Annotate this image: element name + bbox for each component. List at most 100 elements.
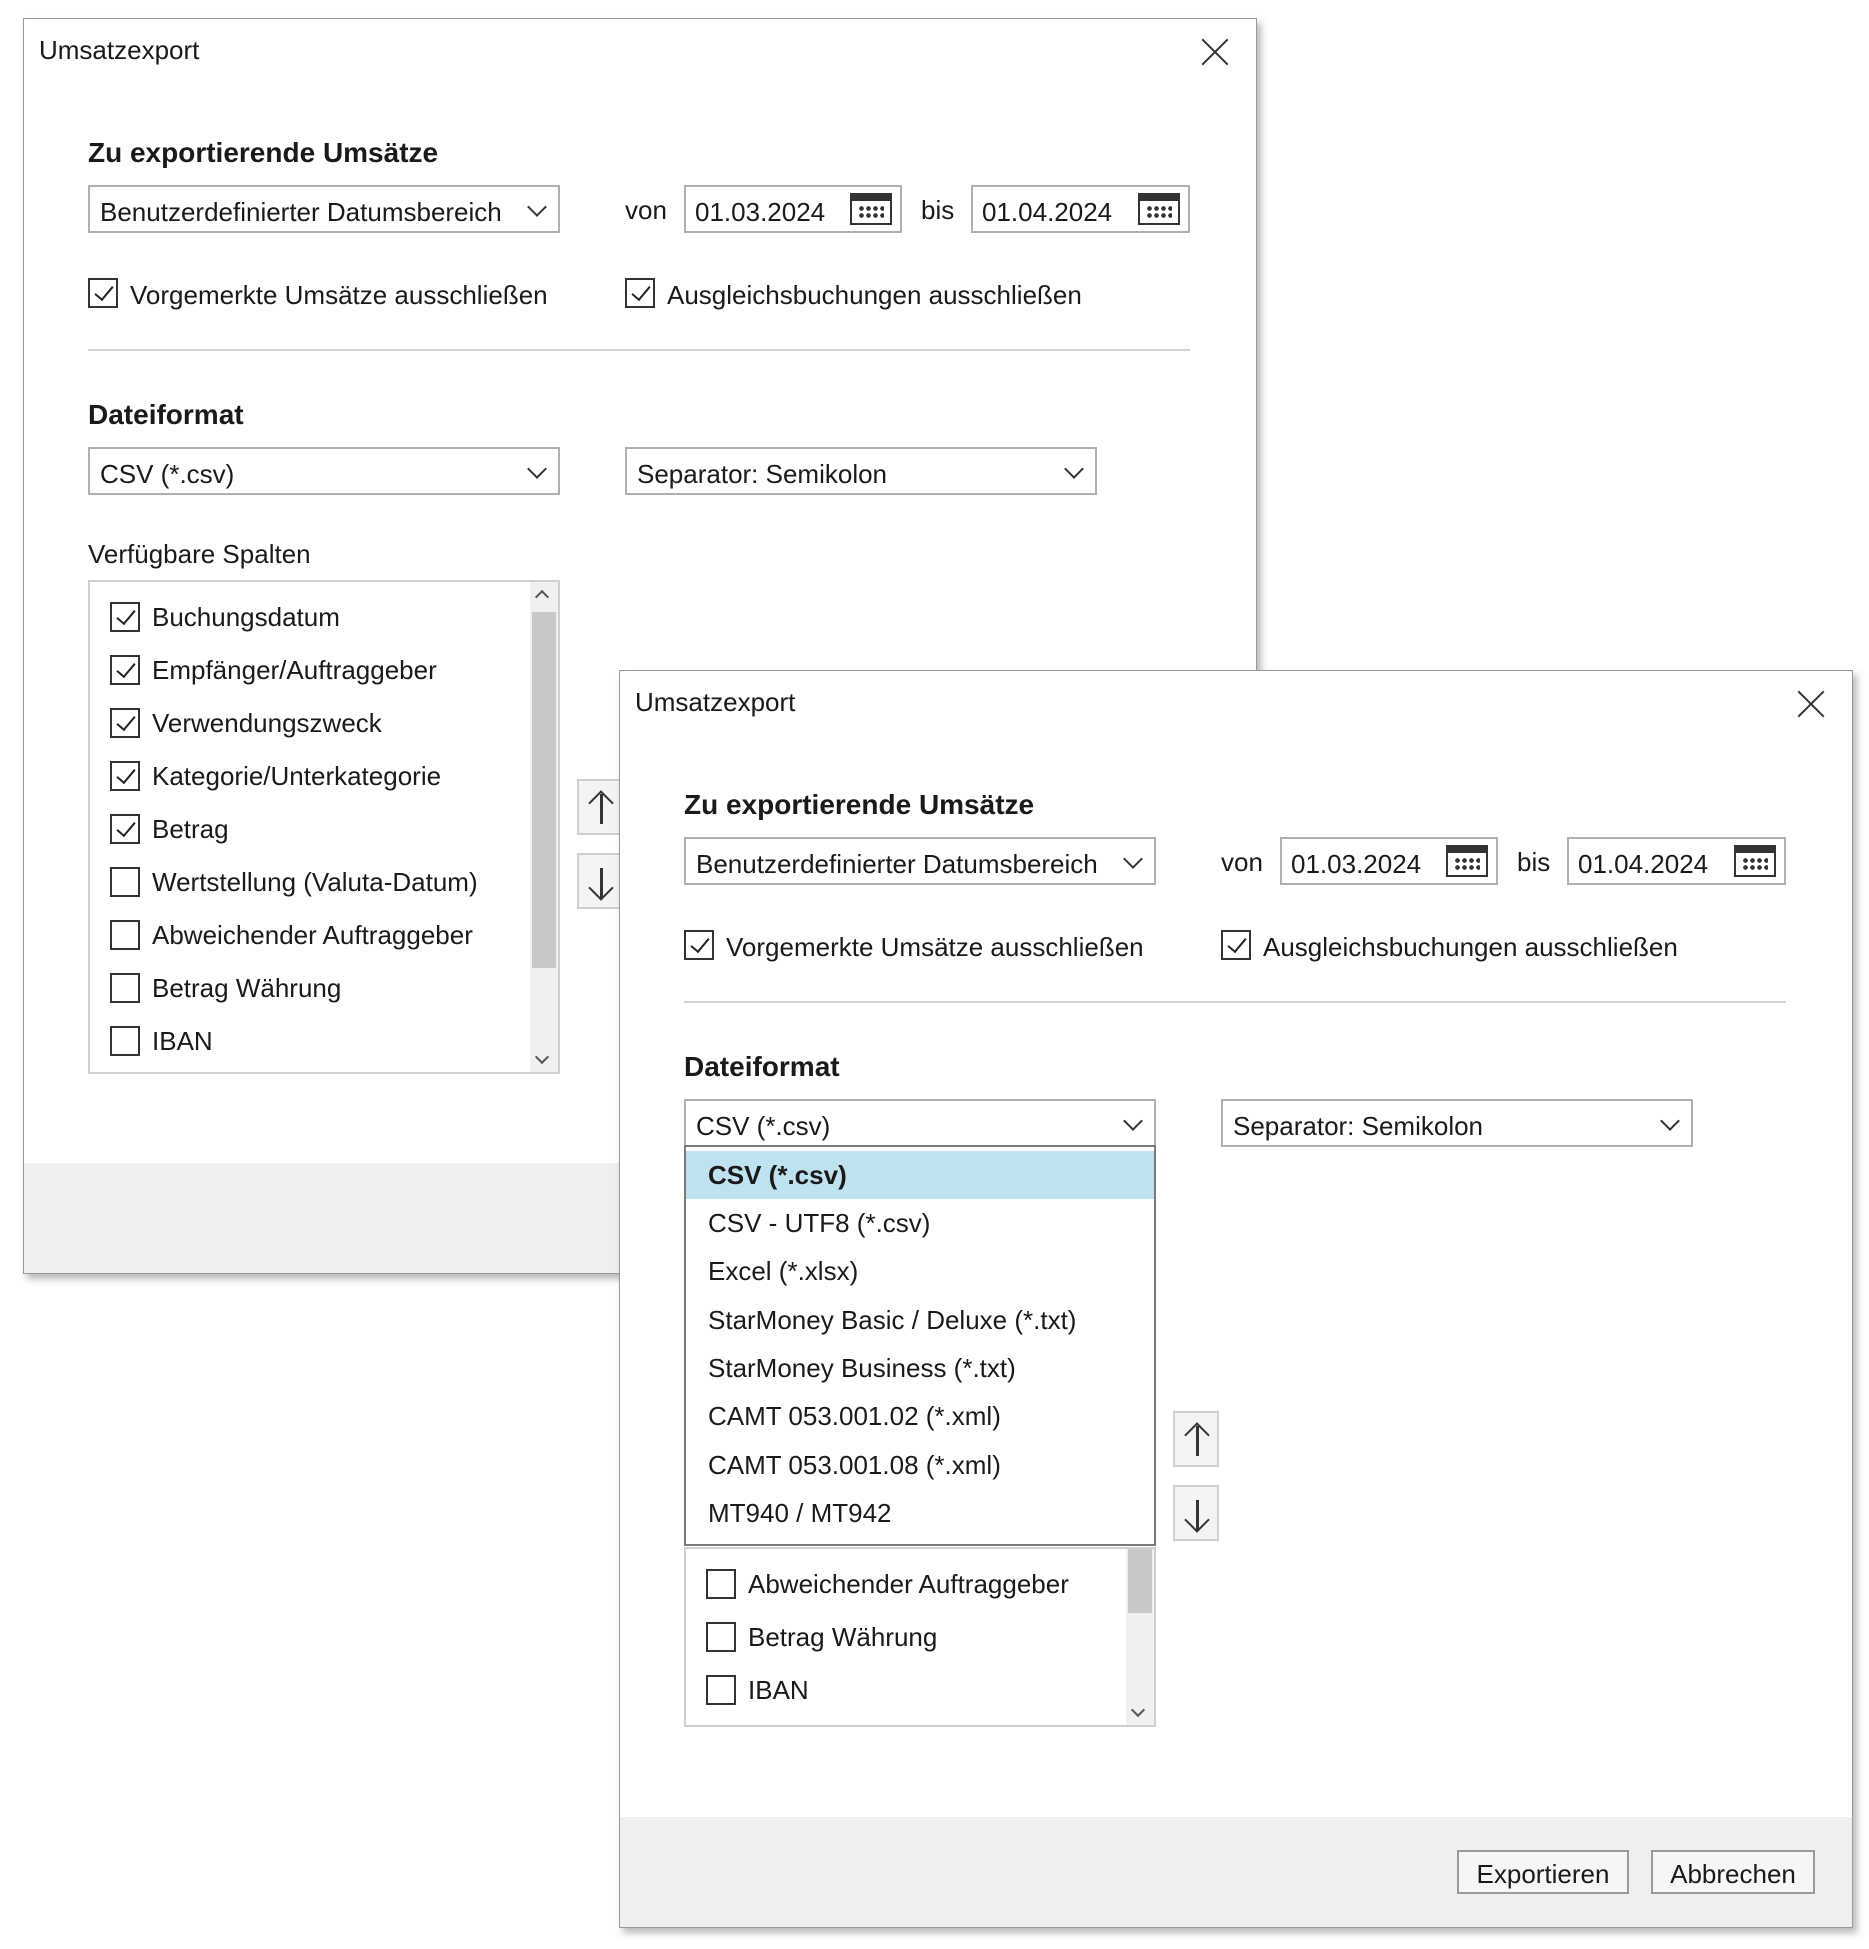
chevron-down-icon [1123, 849, 1143, 869]
column-checkbox[interactable] [110, 814, 140, 844]
column-label: Kategorie/Unterkategorie [152, 761, 442, 791]
section-title-export: Zu exportierende Umsätze [684, 789, 1035, 820]
cancel-button[interactable]: Abbrechen [1651, 1850, 1815, 1894]
close-icon[interactable] [1200, 37, 1230, 67]
column-checkbox[interactable] [706, 1622, 736, 1652]
format-option[interactable]: CAMT 053.001.08 (*.xml) [686, 1441, 1154, 1489]
from-date-value: 01.03.2024 [1291, 849, 1422, 879]
format-option[interactable]: CSV - UTF8 (*.csv) [686, 1199, 1154, 1247]
move-down-button[interactable] [577, 853, 623, 909]
bis-label: bis [921, 195, 955, 225]
dialog-title: Umsatzexport [39, 35, 200, 65]
separator-select[interactable]: Separator: Semikolon [1221, 1099, 1693, 1147]
column-label: Empfänger/Auftraggeber [152, 655, 437, 685]
file-format-select[interactable]: CSV (*.csv) [88, 447, 560, 495]
calendar-icon[interactable] [1734, 845, 1776, 877]
move-up-button[interactable] [577, 779, 623, 835]
front-export-dialog: Umsatzexport Zu exportierende Umsätze Be… [619, 670, 1853, 1928]
calendar-icon[interactable] [1446, 845, 1488, 877]
column-checkbox[interactable] [110, 867, 140, 897]
column-checkbox[interactable] [110, 761, 140, 791]
export-button[interactable]: Exportieren [1457, 1850, 1629, 1894]
exclude-pending-checkbox[interactable] [684, 930, 714, 960]
exclude-balancing-checkbox[interactable] [625, 278, 655, 308]
divider [88, 349, 1190, 351]
divider [684, 1001, 1786, 1003]
move-down-button[interactable] [1173, 1485, 1219, 1541]
chevron-down-icon [1123, 1111, 1143, 1131]
arrow-up-icon [1184, 1422, 1210, 1448]
scroll-up-icon[interactable] [534, 589, 550, 605]
column-checkbox[interactable] [706, 1675, 736, 1705]
column-checkbox[interactable] [110, 655, 140, 685]
format-option-selected[interactable]: CSV (*.csv) [686, 1151, 1154, 1199]
to-date-value: 01.04.2024 [982, 197, 1113, 227]
column-label: Wertstellung (Valuta-Datum) [152, 867, 478, 897]
format-option[interactable]: Excel (*.xlsx) [686, 1247, 1154, 1295]
exclude-balancing-label: Ausgleichsbuchungen ausschließen [1263, 932, 1678, 962]
calendar-icon[interactable] [1138, 193, 1180, 225]
to-date-input[interactable]: 01.04.2024 [971, 185, 1190, 233]
column-label: Betrag Währung [748, 1622, 938, 1652]
date-range-select[interactable]: Benutzerdefinierter Datumsbereich [88, 185, 560, 233]
scrollbar-thumb[interactable] [532, 612, 556, 968]
separator-select[interactable]: Separator: Semikolon [625, 447, 1097, 495]
column-label: Abweichender Auftraggeber [748, 1569, 1069, 1599]
column-checkbox[interactable] [110, 973, 140, 1003]
format-option[interactable]: MT940 / MT942 [686, 1489, 1154, 1537]
file-format-dropdown[interactable]: CSV (*.csv) CSV - UTF8 (*.csv) Excel (*.… [684, 1145, 1156, 1546]
date-range-value: Benutzerdefinierter Datumsbereich [100, 197, 502, 227]
exclude-pending-label: Vorgemerkte Umsätze ausschließen [130, 280, 548, 310]
column-label: IBAN [748, 1675, 809, 1705]
exclude-balancing-label: Ausgleichsbuchungen ausschließen [667, 280, 1082, 310]
separator-value: Separator: Semikolon [1233, 1111, 1484, 1141]
to-date-input[interactable]: 01.04.2024 [1567, 837, 1786, 885]
available-columns-list[interactable]: Buchungsdatum Empfänger/Auftraggeber Ver… [88, 580, 560, 1074]
von-label: von [625, 195, 667, 225]
format-option[interactable]: StarMoney Basic / Deluxe (*.txt) [686, 1296, 1154, 1344]
von-label: von [1221, 847, 1263, 877]
chevron-down-icon [1064, 459, 1084, 479]
dialog-footer: Exportieren Abbrechen [620, 1817, 1852, 1927]
column-checkbox[interactable] [110, 708, 140, 738]
date-range-select[interactable]: Benutzerdefinierter Datumsbereich [684, 837, 1156, 885]
scrollbar-thumb[interactable] [1128, 1549, 1152, 1613]
column-checkbox[interactable] [110, 1026, 140, 1056]
bis-label: bis [1517, 847, 1551, 877]
file-format-select[interactable]: CSV (*.csv) [684, 1099, 1156, 1147]
arrow-down-icon [1184, 1507, 1210, 1533]
dialog-title: Umsatzexport [635, 687, 796, 717]
exclude-pending-label: Vorgemerkte Umsätze ausschließen [726, 932, 1144, 962]
separator-value: Separator: Semikolon [637, 459, 888, 489]
format-option[interactable]: CAMT 053.001.02 (*.xml) [686, 1392, 1154, 1440]
available-columns-label: Verfügbare Spalten [88, 539, 311, 569]
exclude-pending-checkbox[interactable] [88, 278, 118, 308]
scrollbar[interactable] [1126, 1549, 1154, 1725]
scroll-down-icon[interactable] [534, 1049, 550, 1065]
column-label: Buchungsdatum [152, 602, 340, 632]
calendar-icon[interactable] [850, 193, 892, 225]
date-range-value: Benutzerdefinierter Datumsbereich [696, 849, 1098, 879]
column-label: Verwendungszweck [152, 708, 382, 738]
section-title-format: Dateiformat [684, 1051, 840, 1082]
scrollbar[interactable] [530, 582, 558, 1072]
arrow-down-icon [588, 875, 614, 901]
format-option[interactable]: StarMoney Business (*.txt) [686, 1344, 1154, 1392]
arrow-up-icon [588, 790, 614, 816]
exclude-balancing-checkbox[interactable] [1221, 930, 1251, 960]
close-icon[interactable] [1796, 689, 1826, 719]
column-checkbox[interactable] [110, 602, 140, 632]
column-label: Abweichender Auftraggeber [152, 920, 473, 950]
move-up-button[interactable] [1173, 1411, 1219, 1467]
to-date-value: 01.04.2024 [1578, 849, 1709, 879]
from-date-input[interactable]: 01.03.2024 [684, 185, 902, 233]
chevron-down-icon [1660, 1111, 1680, 1131]
section-title-export: Zu exportierende Umsätze [88, 137, 439, 168]
available-columns-list[interactable]: Abweichender Auftraggeber Betrag Währung… [684, 1547, 1156, 1727]
file-format-value: CSV (*.csv) [696, 1111, 831, 1141]
column-checkbox[interactable] [706, 1569, 736, 1599]
scroll-down-icon[interactable] [1130, 1702, 1146, 1718]
column-label: Betrag Währung [152, 973, 342, 1003]
from-date-input[interactable]: 01.03.2024 [1280, 837, 1498, 885]
column-checkbox[interactable] [110, 920, 140, 950]
